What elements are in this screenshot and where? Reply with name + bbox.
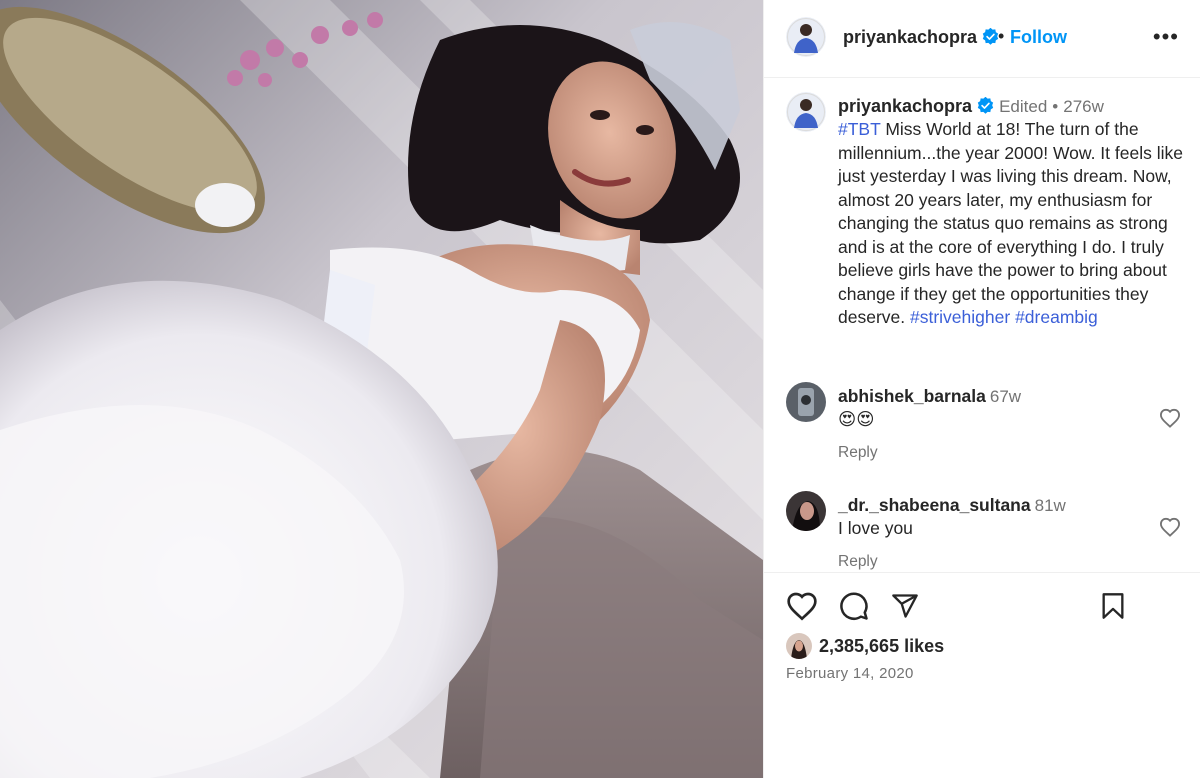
commenter-avatar-image — [786, 382, 826, 422]
bookmark-icon[interactable] — [1100, 592, 1126, 620]
caption-body: Miss World at 18! The turn of the millen… — [838, 119, 1183, 327]
liker-avatar — [786, 633, 812, 659]
post-photo[interactable]: RI — [0, 0, 763, 778]
post-header: priyankachopra • Follow ••• — [764, 0, 1200, 78]
caption-header: priyankachopra Edited • 276w — [838, 95, 1104, 118]
comment-like-heart-icon[interactable] — [1159, 408, 1181, 428]
caption-text: #TBT Miss World at 18! The turn of the m… — [838, 118, 1188, 330]
comment-text: 😍😍 — [838, 409, 875, 429]
comment-header: abhishek_barnala 67w — [838, 386, 1021, 407]
likes-count[interactable]: 2,385,665 likes — [819, 636, 944, 657]
post-actions: 2,385,665 likes February 14, 2020 — [764, 572, 1200, 779]
caption-sep: • — [1052, 97, 1059, 116]
comment-age: 81w — [1034, 496, 1066, 515]
more-options-icon[interactable]: ••• — [1153, 24, 1179, 50]
reply-button[interactable]: Reply — [838, 553, 878, 571]
reply-button[interactable]: Reply — [838, 444, 878, 462]
likes-row[interactable]: 2,385,665 likes — [786, 633, 944, 659]
comment-username[interactable]: _dr._shabeena_sultana — [838, 495, 1031, 515]
header-dot: • — [998, 26, 1005, 46]
caption-age[interactable]: 276w — [1063, 97, 1104, 116]
comment-age: 67w — [989, 387, 1022, 406]
instagram-post: RI priyankachopra — [0, 0, 1200, 778]
verified-badge-icon — [982, 28, 999, 45]
follow-button[interactable]: Follow — [1010, 27, 1067, 48]
hashtag-dreambig[interactable]: #dreambig — [1015, 307, 1098, 327]
comments-list[interactable]: priyankachopra Edited • 276w #TBT Miss W… — [764, 78, 1200, 572]
commenter-avatar[interactable] — [786, 491, 826, 531]
caption-edited: Edited — [999, 97, 1048, 116]
liker-avatar-image — [786, 633, 812, 659]
commenter-avatar-image — [786, 491, 826, 531]
caption-username[interactable]: priyankachopra — [838, 96, 972, 116]
post-date[interactable]: February 14, 2020 — [786, 665, 914, 682]
verified-badge-icon — [977, 97, 994, 114]
comment-header: _dr._shabeena_sultana 81w — [838, 495, 1066, 516]
post-sidebar: priyankachopra • Follow ••• priyankachop… — [763, 0, 1200, 778]
author-username[interactable]: priyankachopra — [843, 27, 999, 48]
caption-avatar-image — [786, 92, 826, 132]
commenter-avatar[interactable] — [786, 382, 826, 422]
post-photo-illustration: RI — [0, 0, 763, 778]
paper-plane-icon[interactable] — [890, 592, 920, 620]
hashtag-strivehigher[interactable]: #strivehigher — [910, 307, 1010, 327]
author-avatar[interactable] — [786, 17, 826, 57]
author-avatar-image — [786, 17, 826, 57]
comment-like-heart-icon[interactable] — [1159, 517, 1181, 537]
hashtag-tbt[interactable]: #TBT — [838, 119, 880, 139]
author-username-text[interactable]: priyankachopra — [843, 27, 977, 47]
caption-avatar[interactable] — [786, 92, 826, 132]
comment-username[interactable]: abhishek_barnala — [838, 386, 986, 406]
heart-icon[interactable] — [786, 591, 818, 621]
comment-bubble-icon[interactable] — [838, 591, 870, 621]
comment-text: I love you — [838, 518, 913, 538]
